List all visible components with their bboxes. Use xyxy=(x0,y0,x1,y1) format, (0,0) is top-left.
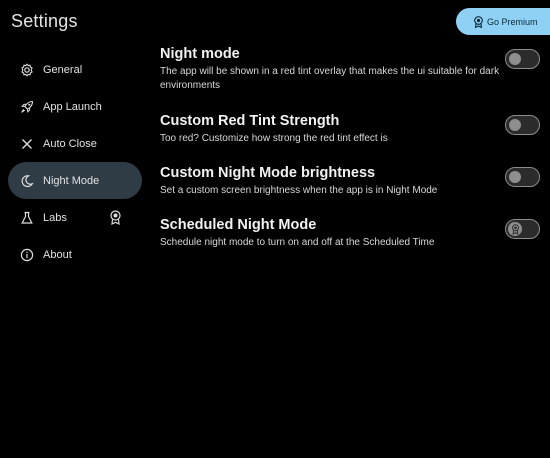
sidebar-item-label: Night Mode xyxy=(43,174,100,187)
go-premium-button[interactable]: Go Premium xyxy=(456,8,550,35)
sidebar-item-label: Labs xyxy=(43,211,67,224)
info-icon xyxy=(20,248,34,262)
close-icon xyxy=(20,137,34,151)
setting-scheduled-night-mode: Scheduled Night Mode Schedule night mode… xyxy=(160,216,550,250)
sidebar-item-night-mode[interactable]: Night Mode xyxy=(8,162,142,199)
sidebar-item-auto-close[interactable]: Auto Close xyxy=(8,125,142,162)
sidebar: General App Launch Auto Close Night Mode… xyxy=(8,51,142,273)
setting-custom-night-mode-brightness: Custom Night Mode brightness Set a custo… xyxy=(160,164,550,198)
toggle-knob xyxy=(509,171,521,183)
toggle-knob xyxy=(508,222,522,236)
setting-custom-red-tint-strength: Custom Red Tint Strength Too red? Custom… xyxy=(160,112,550,146)
setting-title: Custom Red Tint Strength xyxy=(160,113,340,129)
rocket-icon xyxy=(20,100,34,114)
moon-icon xyxy=(20,174,34,188)
setting-description: Set a custom screen brightness when the … xyxy=(160,185,438,196)
setting-description: The app will be shown in a red tint over… xyxy=(160,66,500,91)
setting-title: Scheduled Night Mode xyxy=(160,217,317,233)
toggle-knob xyxy=(509,53,521,65)
premium-badge-icon xyxy=(511,223,519,235)
custom-red-tint-strength-toggle[interactable] xyxy=(505,115,540,135)
sidebar-item-labs[interactable]: Labs xyxy=(8,199,142,236)
sidebar-item-label: App Launch xyxy=(43,100,102,113)
flask-icon xyxy=(20,211,34,225)
setting-description: Too red? Customize how strong the red ti… xyxy=(160,133,388,144)
gear-icon xyxy=(20,62,34,77)
setting-title: Custom Night Mode brightness xyxy=(160,165,376,181)
sidebar-item-label: General xyxy=(43,63,83,76)
sidebar-item-about[interactable]: About xyxy=(8,236,142,273)
premium-badge-icon xyxy=(473,15,484,28)
go-premium-label: Go Premium xyxy=(487,16,538,27)
page-title: Settings xyxy=(11,11,78,31)
setting-night-mode: Night mode The app will be shown in a re… xyxy=(160,45,550,93)
premium-badge-icon xyxy=(109,210,122,228)
sidebar-item-general[interactable]: General xyxy=(8,51,142,88)
sidebar-item-label: Auto Close xyxy=(43,137,97,150)
sidebar-item-label: About xyxy=(43,248,72,261)
toggle-knob xyxy=(509,119,521,131)
sidebar-item-app-launch[interactable]: App Launch xyxy=(8,88,142,125)
setting-title: Night mode xyxy=(160,46,240,62)
custom-night-mode-brightness-toggle[interactable] xyxy=(505,167,540,187)
scheduled-night-mode-toggle[interactable] xyxy=(505,219,540,239)
setting-description: Schedule night mode to turn on and off a… xyxy=(160,237,435,248)
night-mode-toggle[interactable] xyxy=(505,49,540,69)
